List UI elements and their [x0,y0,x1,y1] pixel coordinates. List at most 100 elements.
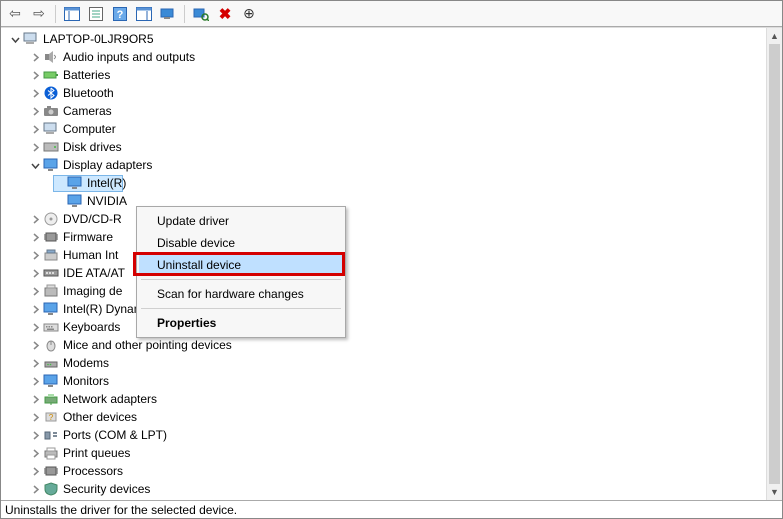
category-icon: ? [43,409,59,425]
expand-toggle[interactable] [29,303,41,315]
expand-toggle[interactable] [29,465,41,477]
expand-toggle[interactable] [29,339,41,351]
expand-toggle[interactable] [29,285,41,297]
scroll-up-button[interactable]: ▲ [767,28,782,44]
context-menu-item[interactable]: Disable device [139,232,343,254]
expand-toggle[interactable] [29,375,41,387]
device-icon [67,175,83,191]
expand-toggle[interactable] [29,357,41,369]
tree-category[interactable]: Firmware [1,228,766,246]
scan-hardware-button[interactable] [189,3,213,25]
tree-category[interactable]: Ports (COM & LPT) [1,426,766,444]
expand-toggle[interactable] [29,429,41,441]
properties-button[interactable] [84,3,108,25]
category-icon [43,229,59,245]
category-icon [43,85,59,101]
tree-category[interactable]: Disk drives [1,138,766,156]
expand-toggle[interactable] [29,447,41,459]
forward-arrow-icon: ⇨ [33,5,45,22]
tree-category[interactable]: Intel(R) Dynamic Platform and Thermal Fr… [1,300,766,318]
context-menu-item[interactable]: Update driver [139,210,343,232]
category-label: Disk drives [63,140,122,154]
context-menu: Update driverDisable deviceUninstall dev… [136,206,346,338]
remote-computer-icon [160,7,176,21]
tree-category[interactable]: Human Int [1,246,766,264]
category-icon [43,139,59,155]
expand-toggle[interactable] [29,159,41,171]
expand-toggle[interactable] [29,249,41,261]
tree-category[interactable]: IDE ATA/AT [1,264,766,282]
expand-toggle[interactable] [29,213,41,225]
uninstall-button[interactable]: ✖ [213,3,237,25]
tree-category[interactable]: Print queues [1,444,766,462]
category-icon [43,463,59,479]
expand-toggle[interactable] [29,69,41,81]
expand-toggle[interactable] [29,87,41,99]
expand-toggle[interactable] [29,267,41,279]
tree-category[interactable]: ?Other devices [1,408,766,426]
tree-category[interactable]: Modems [1,354,766,372]
forward-button[interactable]: ⇨ [27,3,51,25]
vertical-scrollbar[interactable]: ▲ ▼ [766,28,782,500]
device-icon [67,193,83,209]
expand-toggle[interactable] [9,33,21,45]
tree-category[interactable]: Mice and other pointing devices [1,336,766,354]
device-tree[interactable]: LAPTOP-0LJR9OR5 Audio inputs and outputs… [1,28,766,500]
properties-icon [89,7,103,21]
toolbar: ⇦ ⇨ ? ✖ ⊕ [1,1,782,27]
show-hidden-button[interactable] [60,3,84,25]
category-icon [43,103,59,119]
scan-hardware-icon [193,7,209,21]
category-label: Bluetooth [63,86,114,100]
tree-device[interactable]: Intel(R) [1,174,766,192]
context-menu-item[interactable]: Properties [139,312,343,334]
category-label: Network adapters [63,392,157,406]
tree-category[interactable]: Bluetooth [1,84,766,102]
category-label: Mice and other pointing devices [63,338,232,352]
context-menu-item[interactable]: Scan for hardware changes [139,283,343,305]
category-icon [43,481,59,497]
tree-category[interactable]: Security devices [1,480,766,498]
tree-category[interactable]: Audio inputs and outputs [1,48,766,66]
connect-remote-button[interactable] [156,3,180,25]
disable-button[interactable]: ⊕ [237,3,261,25]
tree-category[interactable]: DVD/CD-R [1,210,766,228]
help-button[interactable]: ? [108,3,132,25]
tree-category[interactable]: Computer [1,120,766,138]
scroll-thumb[interactable] [769,44,780,484]
tree-category[interactable]: Keyboards [1,318,766,336]
tree-root[interactable]: LAPTOP-0LJR9OR5 [1,30,766,48]
expand-toggle[interactable] [29,51,41,63]
tree-category[interactable]: Processors [1,462,766,480]
action-pane-button[interactable] [132,3,156,25]
device-label: NVIDIA [87,194,127,208]
expand-toggle[interactable] [29,123,41,135]
expand-toggle[interactable] [29,141,41,153]
category-icon [43,247,59,263]
category-icon [43,373,59,389]
context-menu-item[interactable]: Uninstall device [139,254,343,276]
tree-category[interactable]: Imaging de [1,282,766,300]
tree-category[interactable]: Batteries [1,66,766,84]
category-label: Audio inputs and outputs [63,50,195,64]
tree-category[interactable]: Monitors [1,372,766,390]
category-icon [43,121,59,137]
category-icon [43,67,59,83]
tree-category[interactable]: Display adapters [1,156,766,174]
expand-toggle[interactable] [29,231,41,243]
status-text: Uninstalls the driver for the selected d… [5,503,237,517]
expand-toggle[interactable] [29,411,41,423]
expand-toggle[interactable] [29,105,41,117]
scroll-down-button[interactable]: ▼ [767,484,782,500]
back-button[interactable]: ⇦ [3,3,27,25]
uninstall-x-icon: ✖ [219,5,232,23]
tree-category[interactable]: Cameras [1,102,766,120]
context-menu-separator [141,308,341,309]
expand-toggle[interactable] [29,483,41,495]
expand-toggle[interactable] [29,393,41,405]
svg-text:?: ? [49,413,54,422]
help-icon: ? [113,7,127,21]
expand-toggle[interactable] [29,321,41,333]
tree-device[interactable]: NVIDIA [1,192,766,210]
tree-category[interactable]: Network adapters [1,390,766,408]
